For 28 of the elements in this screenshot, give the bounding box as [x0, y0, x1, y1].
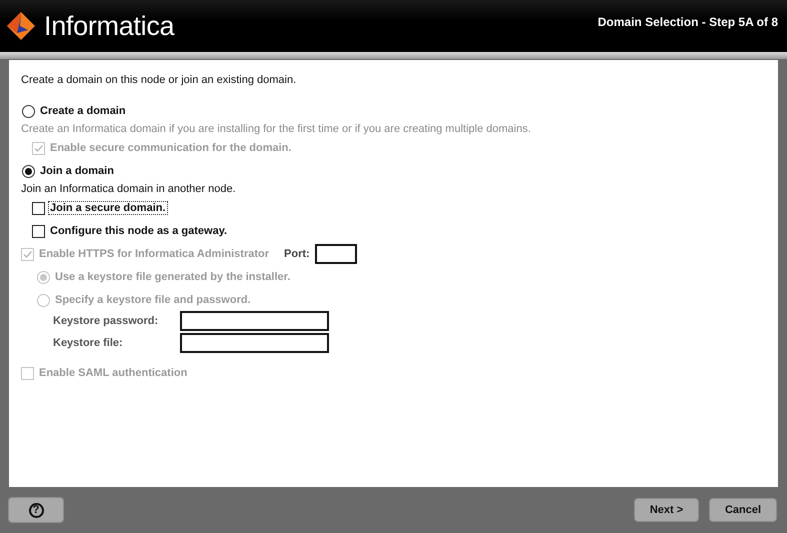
field-label: Keystore file: — [53, 337, 124, 349]
intro-text: Create a domain on this node or join an existing domain. — [21, 73, 298, 87]
option-label: Enable secure communication for the domain. — [49, 142, 292, 154]
option-label: Specify a keystore file and password. — [54, 294, 252, 306]
port-label: Port: — [284, 248, 310, 260]
checkbox[interactable] — [32, 224, 45, 238]
radio-button[interactable] — [22, 104, 35, 118]
next-button[interactable]: Next > — [634, 498, 699, 522]
port-field[interactable] — [314, 244, 357, 264]
radio-button[interactable] — [22, 164, 35, 178]
logo-text: Informatica — [44, 10, 174, 42]
option-label: Enable SAML authentication — [38, 367, 188, 379]
description-text: Create an Informatica domain if you are installing for the first time or if you are creating multiple domains. — [21, 122, 532, 136]
option-label: Configure this node as a gateway. — [49, 225, 228, 237]
keystore-field[interactable] — [180, 333, 329, 353]
option-label: Join a domain — [39, 165, 115, 177]
logo-icon — [6, 11, 36, 41]
cancel-button[interactable]: Cancel — [709, 498, 777, 522]
keystore-field[interactable] — [180, 311, 329, 331]
help-button[interactable]: ? — [8, 497, 64, 523]
checkbox[interactable] — [32, 202, 45, 214]
option-label: Use a keystore file generated by the installer. — [54, 271, 292, 283]
field-label: Keystore password: — [53, 315, 160, 327]
step-title: Domain Selection - Step 5A of 8 — [598, 15, 778, 29]
description-text: Join an Informatica domain in another node. — [21, 182, 237, 196]
option-label: Enable HTTPS for Informatica Administrator — [38, 248, 270, 260]
option-label: Join a secure domain. — [49, 202, 167, 214]
option-label: Create a domain — [39, 105, 127, 117]
